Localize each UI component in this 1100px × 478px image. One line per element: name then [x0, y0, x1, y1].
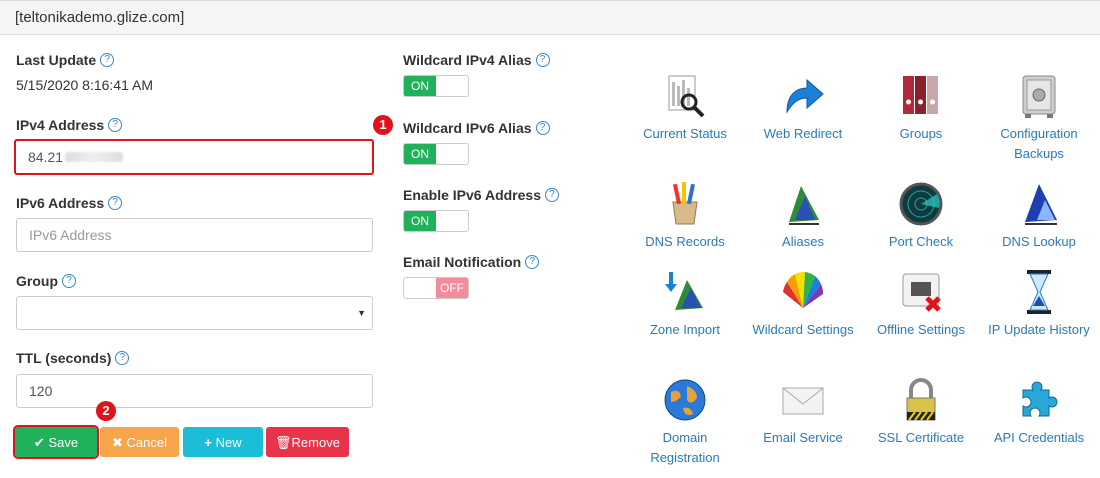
- blue-flag-icon: [1015, 180, 1063, 228]
- check-icon: ✔: [33, 435, 49, 450]
- report-magnifier-icon: [661, 72, 709, 120]
- tool-configuration-backups[interactable]: Configuration Backups: [984, 72, 1094, 164]
- tool-ip-update-history[interactable]: IP Update History: [984, 268, 1094, 340]
- help-icon[interactable]: ?: [535, 53, 550, 68]
- help-icon[interactable]: ?: [108, 196, 123, 211]
- wildcard-ipv4-toggle[interactable]: ON: [403, 75, 469, 97]
- redacted-blur: [65, 152, 124, 162]
- tool-email-service[interactable]: Email Service: [748, 376, 858, 448]
- blue-arrow-icon: [779, 72, 827, 120]
- hourglass-icon: [1015, 268, 1063, 316]
- help-icon[interactable]: ?: [525, 255, 540, 270]
- email-notification-label: Email Notification?: [403, 254, 540, 270]
- help-icon[interactable]: ?: [100, 53, 115, 68]
- pencil-cup-icon: [661, 180, 709, 228]
- help-icon[interactable]: ?: [62, 274, 76, 289]
- cancel-button[interactable]: ✖ Cancel: [100, 427, 179, 457]
- tool-wildcard-settings[interactable]: Wildcard Settings: [748, 268, 858, 340]
- help-icon[interactable]: ?: [115, 351, 130, 366]
- help-icon[interactable]: ?: [108, 118, 123, 133]
- wildcard-ipv6-label: Wildcard IPv6 Alias?: [403, 120, 550, 136]
- tool-ssl-certificate[interactable]: SSL Certificate: [866, 376, 976, 448]
- help-icon[interactable]: ?: [544, 188, 559, 203]
- group-label: Group?: [16, 273, 76, 289]
- flag-import-icon: [661, 268, 709, 316]
- wildcard-ipv6-toggle[interactable]: ON: [403, 143, 469, 165]
- ipv4-input[interactable]: 84.21: [14, 139, 374, 175]
- tool-port-check[interactable]: Port Check: [866, 180, 976, 252]
- close-icon: ✖: [112, 435, 127, 450]
- chevron-down-icon: ▼: [357, 308, 366, 318]
- tool-dns-records[interactable]: DNS Records: [630, 180, 740, 252]
- radar-icon: [897, 180, 945, 228]
- tool-aliases[interactable]: Aliases: [748, 180, 858, 252]
- remove-button[interactable]: 🗑Remove: [266, 427, 349, 457]
- annotation-badge-1: 1: [373, 115, 393, 135]
- trash-icon: 🗑: [275, 435, 292, 450]
- tool-dns-lookup[interactable]: DNS Lookup: [984, 180, 1094, 252]
- tool-zone-import[interactable]: Zone Import: [630, 268, 740, 340]
- domain-title: [teltonikademo.glize.com]: [15, 9, 185, 26]
- wildcard-ipv4-label: Wildcard IPv4 Alias?: [403, 52, 550, 68]
- padlock-icon: [897, 376, 945, 424]
- annotation-badge-2: 2: [96, 401, 116, 421]
- color-fan-icon: [779, 268, 827, 316]
- ttl-input[interactable]: [16, 374, 373, 408]
- globe-icon: [661, 376, 709, 424]
- ipv6-input[interactable]: [16, 218, 373, 252]
- tool-groups[interactable]: Groups: [866, 72, 976, 144]
- save-button[interactable]: ✔ Save: [13, 425, 99, 459]
- binders-icon: [897, 72, 945, 120]
- panel-header: [teltonikademo.glize.com]: [0, 0, 1100, 35]
- offline-port-icon: [897, 268, 945, 316]
- new-button[interactable]: + New: [183, 427, 263, 457]
- tool-api-credentials[interactable]: API Credentials: [984, 376, 1094, 448]
- tool-domain-registration[interactable]: Domain Registration: [630, 376, 740, 468]
- tool-current-status[interactable]: Current Status: [630, 72, 740, 144]
- last-update-value: 5/15/2020 8:16:41 AM: [16, 77, 153, 93]
- email-notification-toggle[interactable]: OFF: [403, 277, 469, 299]
- ipv6-label: IPv6 Address?: [16, 195, 123, 211]
- envelope-icon: [779, 376, 827, 424]
- help-icon[interactable]: ?: [535, 121, 550, 136]
- safe-icon: [1015, 72, 1063, 120]
- enable-ipv6-label: Enable IPv6 Address?: [403, 187, 559, 203]
- enable-ipv6-toggle[interactable]: ON: [403, 210, 469, 232]
- last-update-label: Last Update?: [16, 52, 115, 68]
- flag-icon: [779, 180, 827, 228]
- puzzle-icon: [1015, 376, 1063, 424]
- ttl-label: TTL (seconds)?: [16, 350, 130, 366]
- tool-web-redirect[interactable]: Web Redirect: [748, 72, 858, 144]
- group-select[interactable]: ▼: [16, 296, 373, 330]
- tool-offline-settings[interactable]: Offline Settings: [866, 268, 976, 340]
- ipv4-label: IPv4 Address?: [16, 117, 123, 133]
- ipv4-input-value: 84.21: [28, 149, 64, 165]
- plus-icon: +: [204, 435, 216, 450]
